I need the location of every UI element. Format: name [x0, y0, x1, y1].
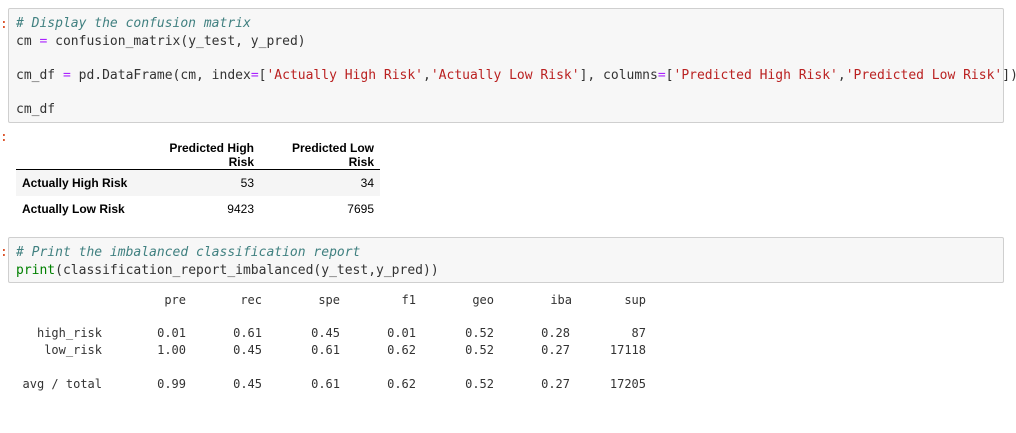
report-cell: 0.45	[233, 343, 262, 357]
report-cell: 0.01	[387, 326, 416, 340]
report-cell: 0.01	[157, 326, 186, 340]
report-cell: 0.61	[311, 377, 340, 391]
table-cell: 34	[360, 176, 374, 190]
report-cell: 0.61	[233, 326, 262, 340]
code-line-1: # Print the imbalanced classification re…	[16, 245, 361, 260]
report-cell: 0.62	[387, 377, 416, 391]
report-header: geo	[472, 293, 494, 307]
report-cell: 0.28	[541, 326, 570, 340]
report-cell: 0.45	[311, 326, 340, 340]
report-header: spe	[318, 293, 340, 307]
row-index: Actually Low Risk	[22, 202, 125, 216]
report-cell: 0.52	[465, 343, 494, 357]
report-header: iba	[550, 293, 572, 307]
column-header: Predicted Low Risk	[260, 141, 380, 170]
report-cell: 0.61	[311, 343, 340, 357]
table-row: Actually High Risk 53 34	[16, 169, 380, 196]
code-cell-classification-report[interactable]: # Print the imbalanced classification re…	[8, 237, 1004, 283]
output-prompt-1: :	[0, 130, 8, 145]
report-cell: 87	[631, 326, 646, 340]
column-header: Predicted High Risk	[136, 141, 260, 170]
report-cell: 0.99	[157, 377, 186, 391]
confusion-matrix-dataframe: Predicted High Risk Predicted Low Risk A…	[16, 141, 380, 222]
report-header: f1	[401, 293, 416, 307]
report-header: rec	[240, 293, 262, 307]
table-cell: 9423	[227, 202, 254, 216]
report-cell: 1.00	[157, 343, 186, 357]
table-cell: 7695	[347, 202, 374, 216]
report-cell: 0.45	[233, 377, 262, 391]
report-cell: 0.27	[541, 343, 570, 357]
report-cell: 17205	[609, 377, 646, 391]
table-cell: 53	[240, 176, 254, 190]
code-line-4: cm_df	[16, 102, 56, 117]
report-cell: 17118	[609, 343, 646, 357]
code-line-1: # Display the confusion matrix	[16, 16, 251, 31]
report-cell: 0.62	[387, 343, 416, 357]
input-prompt-1: :	[0, 17, 8, 32]
report-header: sup	[624, 293, 646, 307]
report-row-label: high_risk	[36, 326, 102, 340]
code-line-2: print(classification_report_imbalanced(y…	[16, 263, 439, 278]
report-row-label: low_risk	[44, 343, 102, 357]
report-row-label: avg / total	[22, 377, 102, 391]
row-index: Actually High Risk	[22, 176, 128, 190]
report-cell: 0.27	[541, 377, 570, 391]
code-line-3: cm_df = pd.DataFrame(cm, index=['Actuall…	[16, 68, 1016, 83]
report-cell: 0.52	[465, 377, 494, 391]
input-prompt-2: :	[0, 245, 8, 260]
report-header: pre	[164, 293, 186, 307]
code-line-2: cm = confusion_matrix(y_test, y_pred)	[16, 34, 306, 49]
report-cell: 0.52	[465, 326, 494, 340]
index-header	[16, 141, 136, 170]
code-cell-confusion-matrix[interactable]: # Display the confusion matrix cm = conf…	[8, 8, 1016, 123]
table-row: Actually Low Risk 9423 7695	[16, 196, 380, 222]
